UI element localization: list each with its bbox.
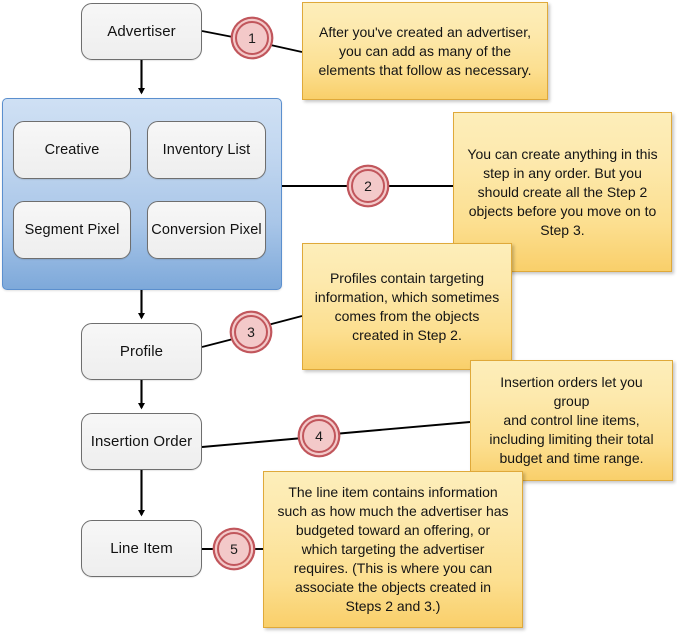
step2-group-container: Creative Inventory List Segment Pixel Co…: [2, 98, 282, 290]
callout-step-3-text: Profiles contain targeting information, …: [314, 269, 500, 343]
node-inventory-list[interactable]: Inventory List: [147, 121, 266, 179]
leader-advertiser-to-badge-1: [201, 30, 239, 39]
step-badge-3-number: 3: [247, 324, 255, 340]
step-badge-1-number: 1: [248, 30, 256, 46]
step-badge-4-number: 4: [315, 428, 323, 444]
node-inventory-list-label: Inventory List: [162, 142, 251, 158]
leader-badge-4-to-callout-4: [333, 421, 471, 435]
callout-step-2-text: You can create anything in this step in …: [467, 145, 658, 238]
node-line-item-label: Line Item: [110, 540, 173, 557]
diagram-canvas: Advertiser Creative Inventory List Segme…: [0, 0, 677, 635]
callout-step-1-text: After you've created an advertiser, you …: [318, 23, 532, 78]
node-segment-pixel[interactable]: Segment Pixel: [13, 201, 131, 259]
callout-step-4-text: Insertion orders let you group and contr…: [489, 374, 654, 466]
node-conversion-pixel-label: Conversion Pixel: [151, 222, 262, 238]
callout-step-5-text: The line item contains information such …: [277, 484, 509, 614]
callout-step-5: The line item contains information such …: [263, 471, 523, 628]
node-creative[interactable]: Creative: [13, 121, 131, 179]
leader-profile-to-badge-3: [201, 337, 238, 348]
node-profile-label: Profile: [119, 343, 164, 360]
step-badge-5[interactable]: 5: [217, 532, 251, 566]
step-badge-4[interactable]: 4: [302, 419, 336, 453]
step-badge-5-number: 5: [230, 541, 238, 557]
node-advertiser[interactable]: Advertiser: [81, 3, 202, 60]
node-profile[interactable]: Profile: [81, 323, 202, 380]
node-line-item[interactable]: Line Item: [81, 520, 202, 577]
step-badge-3[interactable]: 3: [234, 315, 268, 349]
node-insertion-order-label: Insertion Order: [90, 433, 193, 450]
callout-step-4: Insertion orders let you group and contr…: [470, 360, 673, 481]
leader-insertion-order-to-badge-4: [201, 437, 304, 448]
node-segment-pixel-label: Segment Pixel: [24, 222, 120, 238]
node-conversion-pixel[interactable]: Conversion Pixel: [147, 201, 266, 259]
node-insertion-order[interactable]: Insertion Order: [81, 413, 202, 470]
callout-step-3: Profiles contain targeting information, …: [302, 243, 512, 370]
step-badge-2-number: 2: [364, 178, 372, 194]
step-badge-2[interactable]: 2: [351, 169, 385, 203]
node-creative-label: Creative: [44, 142, 100, 158]
node-advertiser-label: Advertiser: [107, 23, 176, 40]
callout-step-1: After you've created an advertiser, you …: [302, 2, 548, 100]
leader-badge-3-to-callout-3: [263, 315, 303, 327]
leader-badge-1-to-callout-1: [265, 43, 303, 53]
step-badge-1[interactable]: 1: [235, 21, 269, 55]
